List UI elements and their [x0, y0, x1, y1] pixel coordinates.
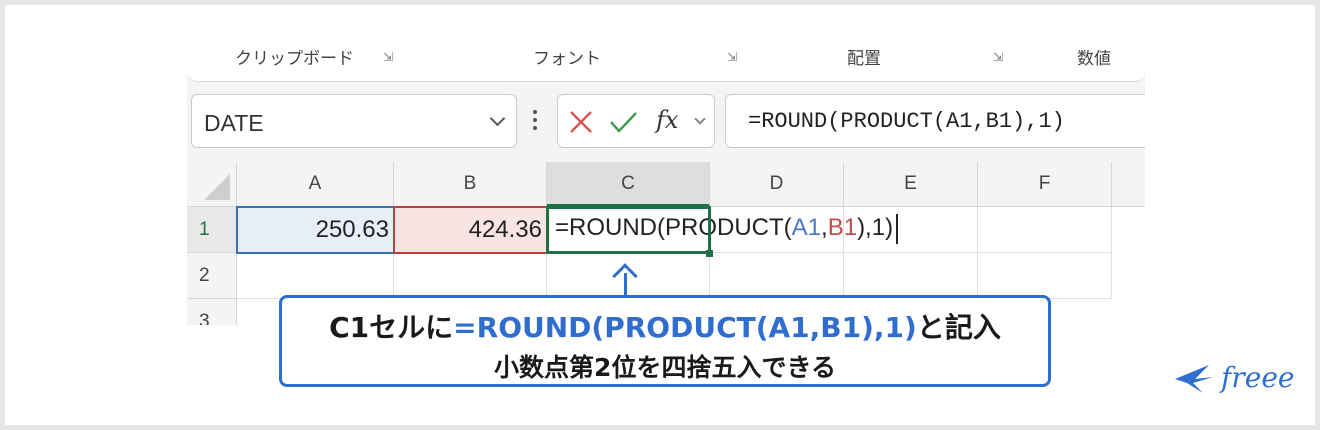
chevron-down-icon[interactable] — [489, 110, 506, 127]
row-header-3[interactable]: 3 — [187, 299, 237, 325]
row-header-2[interactable]: 2 — [187, 253, 237, 299]
cell-d1[interactable] — [710, 207, 844, 253]
callout-line-1: C1セルに=ROUND(PRODUCT(A1,B1),1)と記入 — [282, 306, 1048, 346]
column-header-f[interactable]: F — [978, 162, 1112, 207]
dialog-launcher-icon[interactable]: ⇲ — [383, 50, 393, 64]
bird-icon — [1175, 365, 1213, 393]
callout-suffix: と記入 — [916, 311, 1001, 344]
freee-logo: freee — [1173, 357, 1295, 397]
ribbon-group-alignment[interactable]: 配置 — [847, 50, 881, 69]
cell-d2[interactable] — [710, 253, 844, 299]
row-header-1[interactable]: 1 — [187, 207, 237, 253]
insert-function-icon[interactable]: fx — [656, 106, 678, 134]
cell-f1[interactable] — [978, 207, 1112, 253]
cell-f2[interactable] — [978, 253, 1112, 299]
cell-b1[interactable]: 424.36 — [394, 207, 547, 253]
ribbon-group-clipboard[interactable]: クリップボード — [235, 50, 354, 69]
ribbon-group-number[interactable]: 数値 — [1077, 50, 1111, 69]
callout-formula: =ROUND(PRODUCT(A1,B1),1) — [453, 311, 917, 344]
ribbon-group-font[interactable]: フォント — [533, 50, 601, 69]
cell-e2[interactable] — [844, 253, 978, 299]
excel-window: クリップボード ⇲ フォント ⇲ 配置 ⇲ 数値 DATE fx =ROUND(… — [187, 50, 1145, 325]
name-box[interactable]: DATE — [191, 94, 517, 148]
cell-c1[interactable]: =ROUND(PRODUCT(A1,B1),1) — [547, 207, 899, 253]
formula-buttons: fx — [557, 94, 715, 148]
column-header-e[interactable]: E — [844, 162, 978, 207]
column-header-c[interactable]: C — [547, 162, 710, 207]
cell-a1[interactable]: 250.63 — [237, 207, 394, 253]
cell-b2[interactable] — [394, 253, 547, 299]
callout-box: C1セルに=ROUND(PRODUCT(A1,B1),1)と記入 小数点第2位を… — [279, 295, 1051, 387]
callout-line-2: 小数点第2位を四捨五入できる — [494, 353, 836, 382]
formula-bar[interactable]: =ROUND(PRODUCT(A1,B1),1) — [725, 94, 1145, 148]
chevron-down-icon[interactable] — [694, 113, 706, 125]
dialog-launcher-icon[interactable]: ⇲ — [727, 50, 737, 64]
name-box-value: DATE — [204, 110, 264, 136]
dialog-launcher-icon[interactable]: ⇲ — [993, 50, 1003, 64]
arrow-line — [624, 273, 627, 297]
more-options-icon[interactable] — [533, 110, 537, 134]
callout-prefix: C1セルに — [329, 311, 454, 344]
cancel-icon[interactable] — [568, 109, 594, 135]
column-header-next[interactable] — [1112, 162, 1145, 207]
fill-handle[interactable] — [706, 250, 713, 257]
column-header-d[interactable]: D — [710, 162, 844, 207]
check-icon[interactable] — [608, 109, 638, 135]
screenshot-frame: クリップボード ⇲ フォント ⇲ 配置 ⇲ 数値 DATE fx =ROUND(… — [5, 5, 1315, 425]
column-header-b[interactable]: B — [394, 162, 547, 207]
logo-text: freee — [1221, 361, 1295, 394]
column-header-a[interactable]: A — [237, 162, 394, 207]
formula-bar-text: =ROUND(PRODUCT(A1,B1),1) — [748, 109, 1065, 134]
ribbon: クリップボード ⇲ フォント ⇲ 配置 ⇲ 数値 — [187, 50, 1145, 82]
cell-e1[interactable] — [844, 207, 978, 253]
cell-a2[interactable] — [237, 253, 394, 299]
select-all-button[interactable] — [187, 162, 237, 207]
